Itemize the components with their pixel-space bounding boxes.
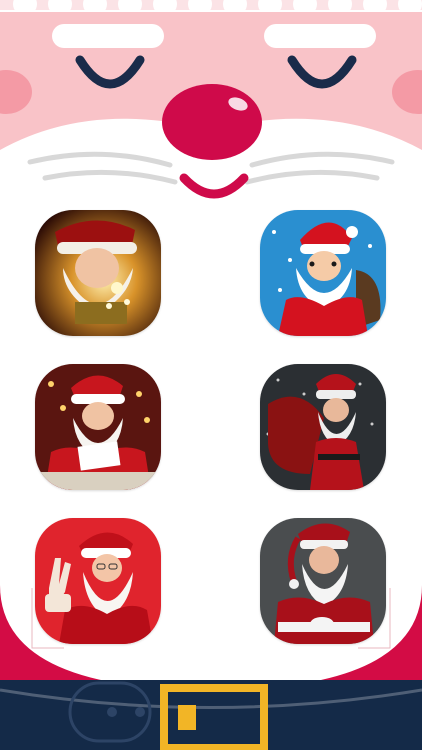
left-eyebrow bbox=[52, 24, 164, 48]
video-tile-santa-reading-letter[interactable] bbox=[35, 364, 161, 490]
round-nose-icon bbox=[162, 84, 262, 160]
video-tile-santa-seated-gray[interactable] bbox=[260, 518, 386, 644]
santa-portrait-icon bbox=[35, 364, 161, 490]
santa-app-screen bbox=[0, 0, 422, 750]
santa-portrait-icon bbox=[260, 210, 386, 336]
smile-icon bbox=[179, 173, 249, 199]
video-tile-santa-glowing-book[interactable] bbox=[35, 210, 161, 336]
video-tile-santa-peace-sign[interactable] bbox=[35, 518, 161, 644]
santa-portrait-icon bbox=[35, 210, 161, 336]
video-tile-santa-carrying-sack[interactable] bbox=[260, 364, 386, 490]
santa-portrait-icon bbox=[35, 518, 161, 644]
santa-portrait-icon bbox=[260, 518, 386, 644]
santa-portrait-icon bbox=[260, 364, 386, 490]
video-tile-santa-cartoon-sack[interactable] bbox=[260, 210, 386, 336]
right-eyebrow bbox=[264, 24, 376, 48]
